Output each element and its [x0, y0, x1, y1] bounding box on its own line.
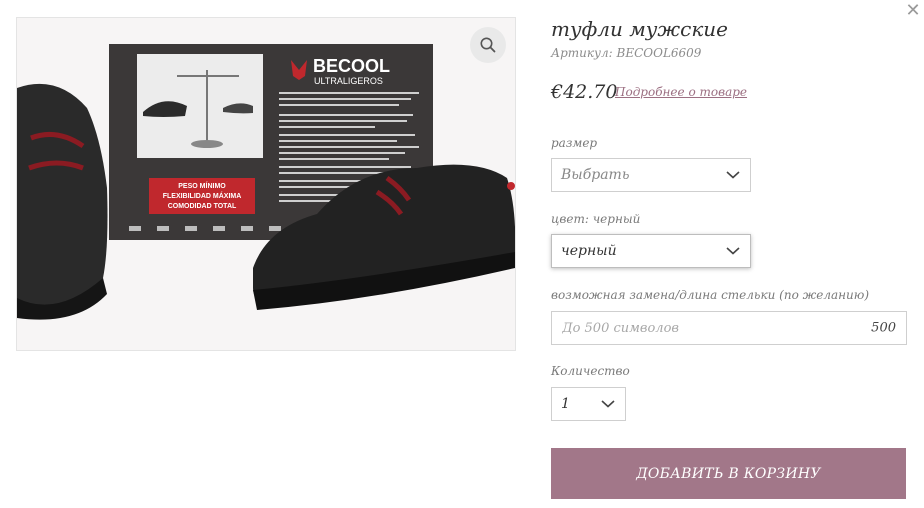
- insole-label: возможная замена/длина стельки (по желан…: [551, 288, 870, 302]
- brand-name: BECOOL: [313, 56, 390, 76]
- add-to-cart-button[interactable]: ДОБАВИТЬ В КОРЗИНУ: [551, 448, 906, 499]
- insole-input[interactable]: [552, 312, 852, 344]
- product-price: €42.70: [551, 81, 618, 103]
- chevron-down-icon: [601, 400, 615, 408]
- add-to-cart-label: ДОБАВИТЬ В КОРЗИНУ: [636, 465, 821, 482]
- quantity-select-value: 1: [561, 396, 570, 412]
- color-select[interactable]: черный: [551, 234, 751, 268]
- close-icon[interactable]: ✕: [903, 1, 923, 21]
- banner-line-2: FLEXIBILIDAD MÁXIMA: [163, 191, 242, 200]
- char-counter: 500: [871, 320, 896, 336]
- size-select-value: Выбрать: [561, 167, 630, 183]
- color-label: цвет: черный: [551, 212, 641, 226]
- banner-line-1: PESO MÍNIMO: [178, 181, 226, 190]
- product-photo: BECOOL ULTRALIGEROS PESO MÍNIMO FLEXIBIL…: [17, 18, 515, 350]
- size-label: размер: [551, 136, 598, 150]
- chevron-down-icon: [726, 247, 740, 255]
- chevron-down-icon: [726, 171, 740, 179]
- insole-field[interactable]: 500: [551, 311, 907, 345]
- banner-line-3: COMODIDAD TOTAL: [168, 203, 237, 210]
- quantity-select[interactable]: 1: [551, 387, 626, 421]
- zoom-button[interactable]: [470, 27, 506, 63]
- quantity-label: Количество: [551, 364, 630, 378]
- search-icon: [480, 37, 496, 53]
- product-image[interactable]: BECOOL ULTRALIGEROS PESO MÍNIMO FLEXIBIL…: [16, 17, 516, 351]
- product-details-link[interactable]: Подробнее о товаре: [615, 85, 747, 99]
- color-select-value: черный: [561, 243, 617, 259]
- brand-sub: ULTRALIGEROS: [314, 76, 383, 86]
- product-sku: Артикул: BECOOL6609: [551, 46, 702, 60]
- product-title: туфли мужские: [551, 17, 728, 41]
- size-select[interactable]: Выбрать: [551, 158, 751, 192]
